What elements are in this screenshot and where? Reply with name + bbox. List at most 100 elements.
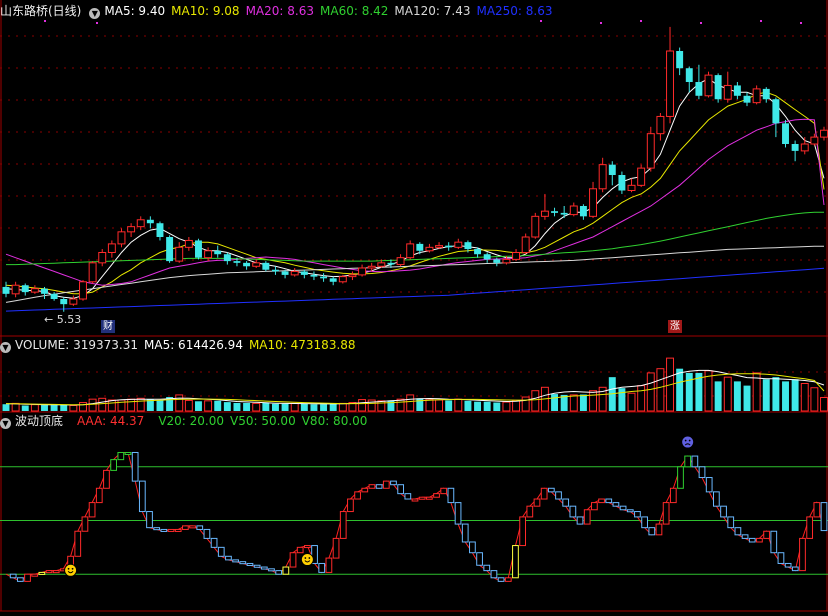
wave-box [296, 546, 304, 554]
candle-down [156, 223, 164, 237]
wave-box [512, 545, 519, 579]
wave-box [555, 491, 562, 500]
wave-box [16, 577, 24, 582]
candle-up [521, 236, 530, 253]
candle-down [772, 99, 780, 124]
oscillator-toggle-icon[interactable]: ▼ [0, 418, 11, 429]
wave-box [425, 496, 433, 500]
oscillator-v20: V20: 20.00 [158, 414, 225, 428]
smile-icon [64, 563, 78, 577]
candle-down [733, 85, 741, 96]
chart-title: 山东路桥(日线) [0, 4, 82, 18]
candle-up [723, 84, 732, 100]
wave-box [784, 562, 792, 568]
candle-up [107, 243, 116, 253]
limit-up-marker[interactable]: 涨 [668, 320, 682, 333]
volume-bar-up [723, 376, 732, 412]
wave-box [382, 480, 390, 489]
volume-bar-up [204, 400, 213, 412]
volume-bar-down [320, 404, 328, 411]
volume-bar-down [50, 405, 58, 411]
volume-bar-down [156, 400, 164, 411]
volume-bar-up [88, 398, 97, 412]
wave-box [81, 516, 89, 532]
candle-down [320, 276, 328, 279]
wave-box [770, 530, 778, 554]
candle-up [502, 258, 511, 264]
volume-bar-up [30, 404, 39, 412]
wave-box [583, 509, 591, 525]
candle-down [195, 240, 202, 258]
wave-box [174, 528, 182, 532]
wave-box [540, 487, 548, 500]
volume-bar-down [733, 381, 741, 411]
wave-box [390, 480, 397, 486]
volume-bar-up [98, 397, 107, 412]
wave-box [763, 530, 770, 539]
oscillator-title: 波动顶底 [15, 414, 64, 428]
wave-box [454, 502, 462, 525]
wave-box [45, 570, 53, 574]
wave-box [799, 537, 806, 572]
wave-box [440, 487, 448, 495]
volume-bar-down [464, 400, 472, 411]
volume-bar-up [406, 394, 415, 412]
candle-up [666, 50, 674, 117]
wave-box [268, 568, 275, 572]
icon-eye [71, 567, 74, 570]
candle-up [348, 274, 357, 278]
wave-box [641, 516, 648, 529]
candle-down [782, 123, 789, 144]
indicator-toggle-icon[interactable]: ▼ [89, 8, 101, 19]
volume-bar-down [60, 404, 68, 411]
candle-down [618, 175, 626, 191]
icon-eye [308, 557, 311, 559]
wave-box [325, 557, 333, 573]
chart-canvas [0, 0, 828, 612]
candle-up [69, 298, 78, 305]
volume-bar-up [800, 383, 809, 412]
wave-box [691, 455, 699, 468]
volume-bar-down [243, 402, 251, 411]
finance-marker[interactable]: 财 [101, 320, 115, 333]
volume-bar-up [531, 390, 540, 412]
wave-box [332, 537, 340, 559]
wave-box [727, 516, 735, 529]
wave-box [210, 537, 218, 548]
candle-up [512, 252, 521, 260]
candle-up [752, 88, 761, 104]
wave-box [397, 484, 405, 495]
wave-box [131, 451, 139, 482]
wave-box [95, 487, 103, 504]
wave-box [232, 559, 239, 563]
candle-down [166, 237, 174, 262]
icon-eye [67, 567, 70, 570]
volume-bar-up [589, 390, 597, 412]
wave-box [741, 534, 749, 539]
volume-bar-down [743, 385, 751, 411]
volume-bar-up [454, 398, 463, 412]
volume-bar-up [646, 372, 655, 412]
candle-up [425, 246, 434, 252]
signal-dot [600, 22, 602, 24]
wave-box [519, 516, 527, 547]
wave-box [124, 451, 132, 455]
wave-box [669, 487, 677, 504]
volume-toggle-icon[interactable]: ▼ [0, 342, 11, 353]
volume-bar-down [579, 394, 587, 411]
legend-ma250: MA250: 8.63 [476, 4, 553, 18]
volume-bar-up [358, 399, 367, 412]
signal-dot [540, 20, 542, 22]
wave-box [497, 577, 505, 582]
icon-eye [688, 439, 691, 442]
smile-icon [300, 553, 314, 567]
wave-box [547, 487, 555, 493]
wave-box [648, 527, 656, 536]
wave-box [303, 545, 311, 549]
ma-line-ma60 [6, 211, 824, 266]
candle-down [685, 68, 693, 82]
candle-down [762, 88, 770, 100]
oscillator-header: ▼ 波动顶底 AAA: 44.37 V20: 20.00 V50: 50.00 V80: … [0, 413, 373, 429]
wave-box [203, 528, 211, 539]
volume-bar-down [772, 377, 780, 411]
